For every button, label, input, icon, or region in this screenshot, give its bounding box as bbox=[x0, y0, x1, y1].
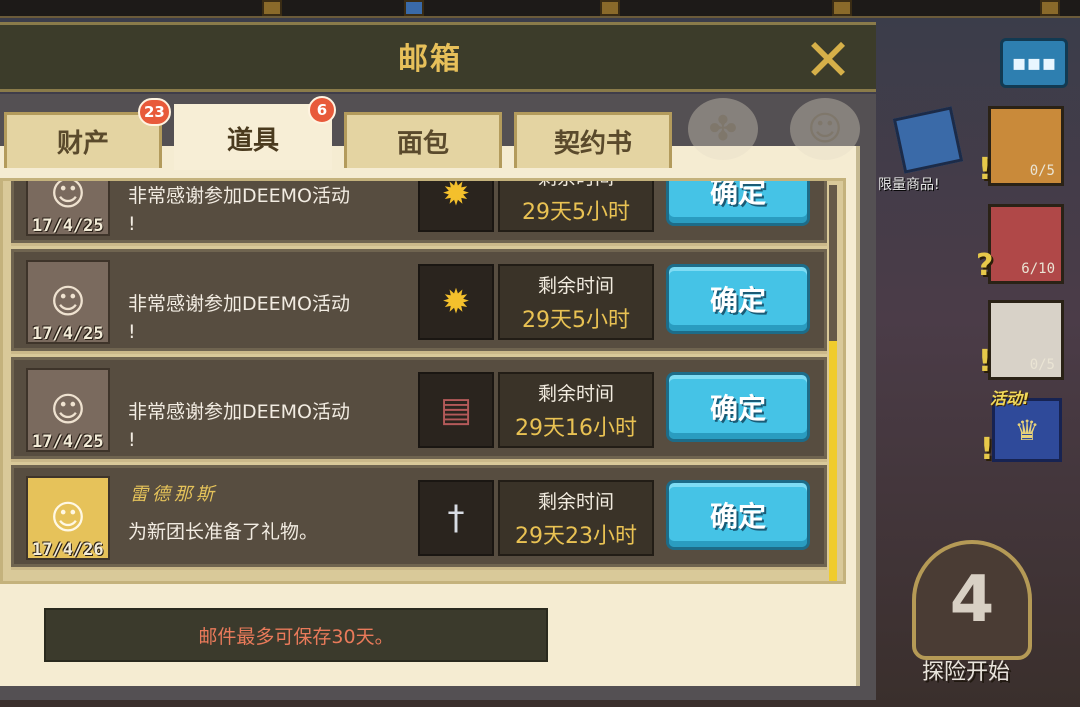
dialog-title-bar: 邮箱 ✕ bbox=[0, 22, 876, 92]
mail-date: 17/4/25 bbox=[32, 432, 104, 452]
resource-chip bbox=[262, 0, 282, 16]
time-remaining: 剩余时间 29天5小时 bbox=[498, 181, 654, 232]
resource-top-bar bbox=[0, 0, 1080, 18]
mail-message-line: ! bbox=[128, 429, 136, 451]
time-value: 29天5小时 bbox=[522, 307, 630, 333]
alert-icon: ! bbox=[978, 152, 992, 187]
time-value: 29天16小时 bbox=[515, 415, 637, 441]
hero-count: 0/5 bbox=[1029, 357, 1055, 373]
event-label: 活动! bbox=[990, 389, 1030, 408]
mail-row: ☺ 17/4/25 非常感谢参加DEEMO活动 ! ▤ 剩余时间 29天16小时… bbox=[11, 357, 827, 462]
mail-message: 非常感谢参加DEEMO活动 ! bbox=[128, 182, 418, 238]
confirm-button[interactable]: 确定 bbox=[666, 372, 810, 442]
mail-row: ☺ 17/4/25 非常感谢参加DEEMO活动 ! ✹ 剩余时间 29天5小时 … bbox=[11, 181, 827, 246]
hero-portrait[interactable]: 0/5 bbox=[988, 106, 1064, 186]
time-label: 剩余时间 bbox=[537, 490, 614, 513]
confirm-button[interactable]: 确定 bbox=[666, 480, 810, 550]
tab-label: 契约书 bbox=[553, 129, 632, 159]
mail-list[interactable]: ☺ 17/4/25 非常感谢参加DEEMO活动 ! ✹ 剩余时间 29天5小时 … bbox=[0, 178, 846, 584]
alert-icon: ! bbox=[978, 344, 992, 379]
notice-bar: 邮件最多可保存30天。 bbox=[44, 608, 548, 662]
question-icon: ? bbox=[976, 248, 994, 283]
tab-bread[interactable]: 面包 bbox=[344, 112, 502, 168]
confirm-button[interactable]: 确定 bbox=[666, 264, 810, 334]
resource-chip bbox=[832, 0, 852, 16]
tab-label: 面包 bbox=[396, 129, 449, 159]
hero-count: 0/5 bbox=[1029, 163, 1055, 179]
mail-message-line: 非常感谢参加DEEMO活动 bbox=[128, 401, 350, 423]
mail-row: ☺ 17/4/25 非常感谢参加DEEMO活动 ! ✹ 剩余时间 29天5小时 … bbox=[11, 249, 827, 354]
clover-icon: ✤ bbox=[688, 98, 758, 160]
time-remaining: 剩余时间 29天23小时 bbox=[498, 480, 654, 556]
resource-chip bbox=[1040, 0, 1060, 16]
mail-sender: 雷德那斯 bbox=[130, 484, 218, 505]
tab-contracts[interactable]: 契约书 bbox=[514, 112, 672, 168]
mail-date: 17/4/25 bbox=[32, 324, 104, 344]
tab-label: 财产 bbox=[56, 129, 109, 159]
time-remaining: 剩余时间 29天5小时 bbox=[498, 264, 654, 340]
mail-message-line: ! bbox=[128, 213, 136, 235]
sword-icon: † bbox=[418, 480, 494, 556]
cabinet-icon: ▤ bbox=[418, 372, 494, 448]
chat-icon: ▪▪▪ bbox=[1011, 50, 1057, 76]
hero-portrait[interactable]: 6/10 bbox=[988, 204, 1064, 284]
tab-label: 道具 bbox=[226, 126, 279, 156]
explore-start-label: 探险开始 bbox=[922, 660, 1011, 685]
mail-date: 17/4/25 bbox=[32, 216, 104, 236]
limited-shop-label: 限量商品! bbox=[878, 177, 940, 193]
scrollbar-thumb[interactable] bbox=[829, 341, 837, 581]
mail-message: 非常感谢参加DEEMO活动 ! bbox=[128, 290, 418, 346]
alert-icon: ! bbox=[980, 432, 994, 467]
mail-message-line: 非常感谢参加DEEMO活动 bbox=[128, 185, 350, 207]
tab-badge: 23 bbox=[138, 98, 171, 126]
coin-bag-icon: ✹ bbox=[418, 181, 494, 232]
resource-chip bbox=[404, 0, 424, 16]
time-value: 29天23小时 bbox=[515, 523, 637, 549]
confirm-button[interactable]: 确定 bbox=[666, 181, 810, 226]
mail-row: ☺ 17/4/26 雷德那斯 为新团长准备了礼物。 † 剩余时间 29天23小时… bbox=[11, 465, 827, 570]
mail-message-line: 非常感谢参加DEEMO活动 bbox=[128, 293, 350, 315]
tab-assets[interactable]: 财产 bbox=[4, 112, 162, 168]
close-icon[interactable]: ✕ bbox=[800, 31, 856, 89]
mail-date: 17/4/26 bbox=[32, 540, 104, 560]
mail-message: 为新团长准备了礼物。 bbox=[128, 518, 418, 546]
coin-bag-icon: ✹ bbox=[418, 264, 494, 340]
mail-message: 非常感谢参加DEEMO活动 ! bbox=[128, 398, 418, 454]
time-label: 剩余时间 bbox=[537, 274, 614, 297]
mail-message-line: ! bbox=[128, 321, 136, 343]
character-icon: ☺ bbox=[790, 98, 860, 160]
dialog-title: 邮箱 bbox=[398, 42, 462, 77]
mail-message-line: 为新团长准备了礼物。 bbox=[128, 521, 319, 543]
scrollbar[interactable] bbox=[829, 185, 837, 581]
time-label: 剩余时间 bbox=[538, 181, 614, 190]
time-value: 29天5小时 bbox=[522, 199, 630, 225]
hero-count: 6/10 bbox=[1021, 261, 1055, 277]
time-label: 剩余时间 bbox=[537, 382, 614, 405]
chat-button[interactable]: ▪▪▪ bbox=[1000, 38, 1068, 88]
resource-chip bbox=[600, 0, 620, 16]
time-remaining: 剩余时间 29天16小时 bbox=[498, 372, 654, 448]
hero-portrait[interactable]: 0/5 bbox=[988, 300, 1064, 380]
tab-badge: 6 bbox=[308, 96, 336, 124]
explore-emblem-icon[interactable]: 4 bbox=[912, 540, 1032, 660]
